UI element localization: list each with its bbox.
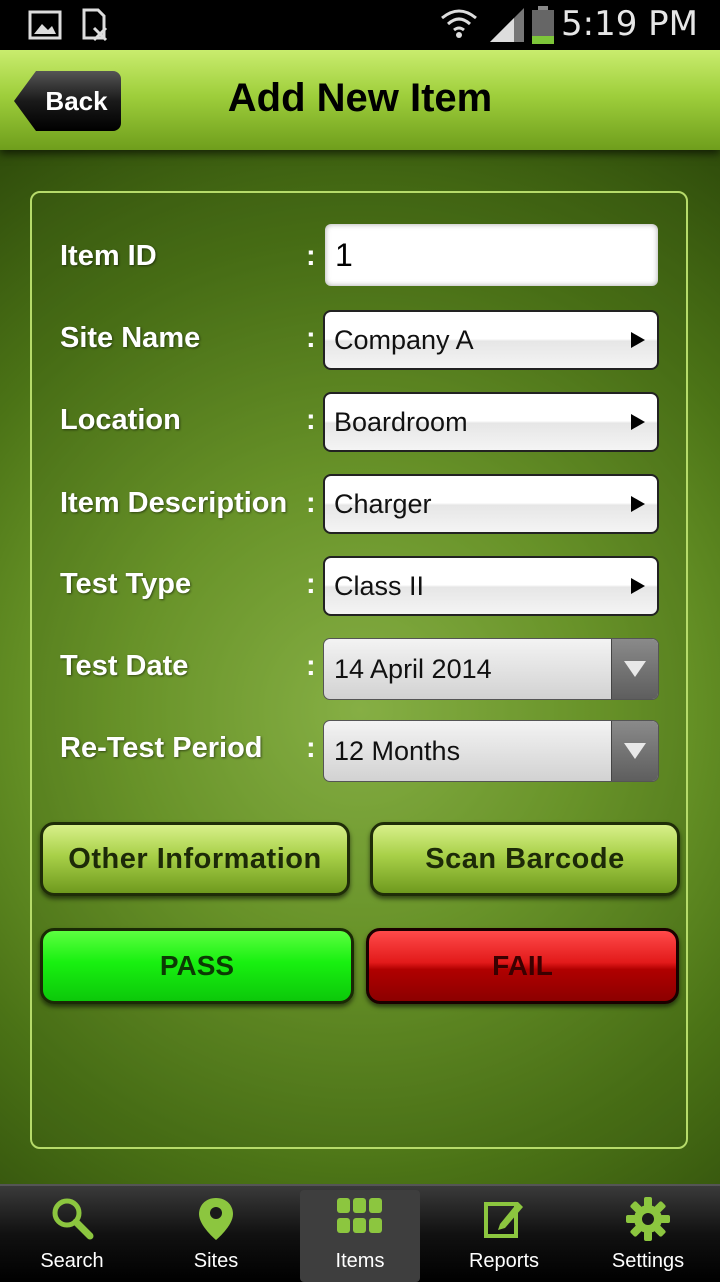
site-name-label: Site Name xyxy=(60,322,201,354)
nav-item-settings[interactable]: Settings xyxy=(588,1186,708,1282)
signal-icon xyxy=(490,8,524,42)
chevron-down-icon xyxy=(624,743,646,759)
nav-item-items[interactable]: Items xyxy=(300,1190,420,1282)
nav-label: Items xyxy=(335,1250,385,1272)
test-type-value: Class II xyxy=(334,571,425,601)
other-information-button[interactable]: Other Information xyxy=(40,822,350,896)
dropdown-button[interactable] xyxy=(611,639,658,699)
location-picker[interactable]: Boardroom xyxy=(323,392,659,452)
back-button[interactable]: Back xyxy=(14,71,121,131)
map-pin-icon xyxy=(199,1198,233,1240)
page-title: Add New Item xyxy=(227,76,493,120)
nav-item-reports[interactable]: Reports xyxy=(444,1186,564,1282)
colon: : xyxy=(306,732,316,764)
item-description-label: Item Description xyxy=(60,487,288,519)
nav-item-search[interactable]: Search xyxy=(12,1186,132,1282)
header-bar: Back Add New Item xyxy=(0,50,720,150)
chevron-right-icon xyxy=(631,578,645,594)
scan-barcode-button[interactable]: Scan Barcode xyxy=(370,822,680,896)
wifi-icon xyxy=(441,9,477,38)
fail-button[interactable]: FAIL xyxy=(366,928,679,1004)
pass-button[interactable]: PASS xyxy=(40,928,354,1004)
colon: : xyxy=(306,404,316,436)
location-label: Location xyxy=(60,404,181,436)
site-name-value: Company A xyxy=(334,325,474,355)
location-value: Boardroom xyxy=(334,407,468,437)
chevron-right-icon xyxy=(631,414,645,430)
item-description-picker[interactable]: Charger xyxy=(323,474,659,534)
image-icon xyxy=(28,10,62,40)
grid-icon xyxy=(337,1198,382,1233)
item-id-input[interactable]: 1 xyxy=(325,224,658,286)
chevron-right-icon xyxy=(631,496,645,512)
no-sim-icon xyxy=(82,8,108,42)
colon: : xyxy=(306,322,316,354)
battery-icon xyxy=(532,6,554,44)
bottom-nav: Search Sites Items Reports Settings xyxy=(0,1184,720,1282)
search-icon xyxy=(52,1198,94,1240)
test-date-select[interactable]: 14 April 2014 xyxy=(323,638,659,700)
test-type-label: Test Type xyxy=(60,568,192,600)
colon: : xyxy=(306,568,316,600)
item-description-value: Charger xyxy=(334,489,432,519)
nav-label: Reports xyxy=(468,1250,540,1272)
nav-label: Sites xyxy=(193,1250,239,1272)
status-bar: 5:19 PM xyxy=(0,0,720,50)
clock: 5:19 PM xyxy=(561,4,698,44)
colon: : xyxy=(306,487,316,519)
nav-label: Settings xyxy=(611,1250,685,1272)
test-date-value: 14 April 2014 xyxy=(334,654,492,684)
retest-period-label: Re-Test Period xyxy=(60,732,263,764)
nav-label: Search xyxy=(40,1250,104,1272)
site-name-picker[interactable]: Company A xyxy=(323,310,659,370)
nav-item-sites[interactable]: Sites xyxy=(156,1186,276,1282)
colon: : xyxy=(306,240,316,272)
chevron-down-icon xyxy=(624,661,646,677)
retest-period-value: 12 Months xyxy=(334,736,461,766)
edit-icon xyxy=(484,1202,523,1238)
gear-icon xyxy=(626,1197,670,1241)
test-date-label: Test Date xyxy=(60,650,189,682)
item-id-label: Item ID xyxy=(60,240,157,272)
colon: : xyxy=(306,650,316,682)
chevron-right-icon xyxy=(631,332,645,348)
dropdown-button[interactable] xyxy=(611,721,658,781)
test-type-picker[interactable]: Class II xyxy=(323,556,659,616)
retest-period-select[interactable]: 12 Months xyxy=(323,720,659,782)
